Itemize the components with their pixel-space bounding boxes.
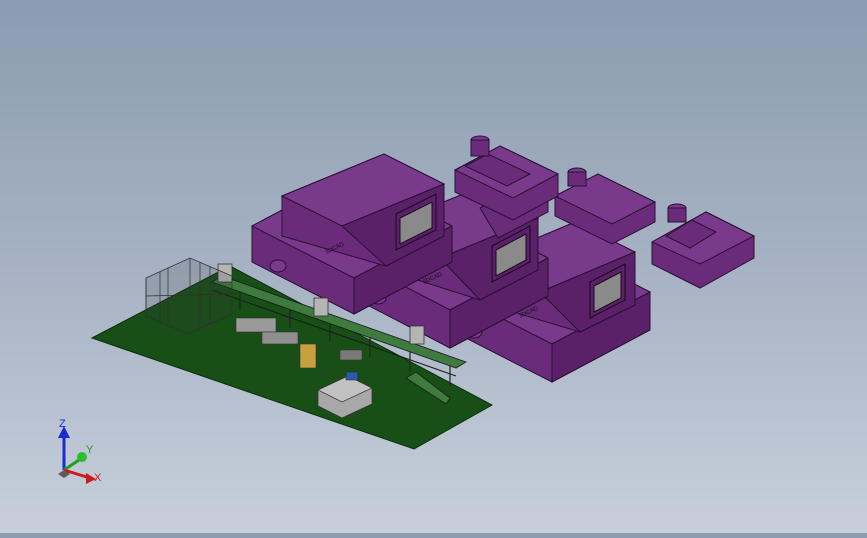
x-axis-label: X — [94, 472, 102, 484]
z-axis-label: Z — [59, 418, 66, 430]
y-axis-label: Y — [86, 444, 94, 456]
orientation-triad[interactable]: Z Y X — [58, 418, 102, 484]
cad-3d-viewport[interactable]: 3DCAD 3DCAD 3DCAD Z Y X — [0, 0, 867, 533]
